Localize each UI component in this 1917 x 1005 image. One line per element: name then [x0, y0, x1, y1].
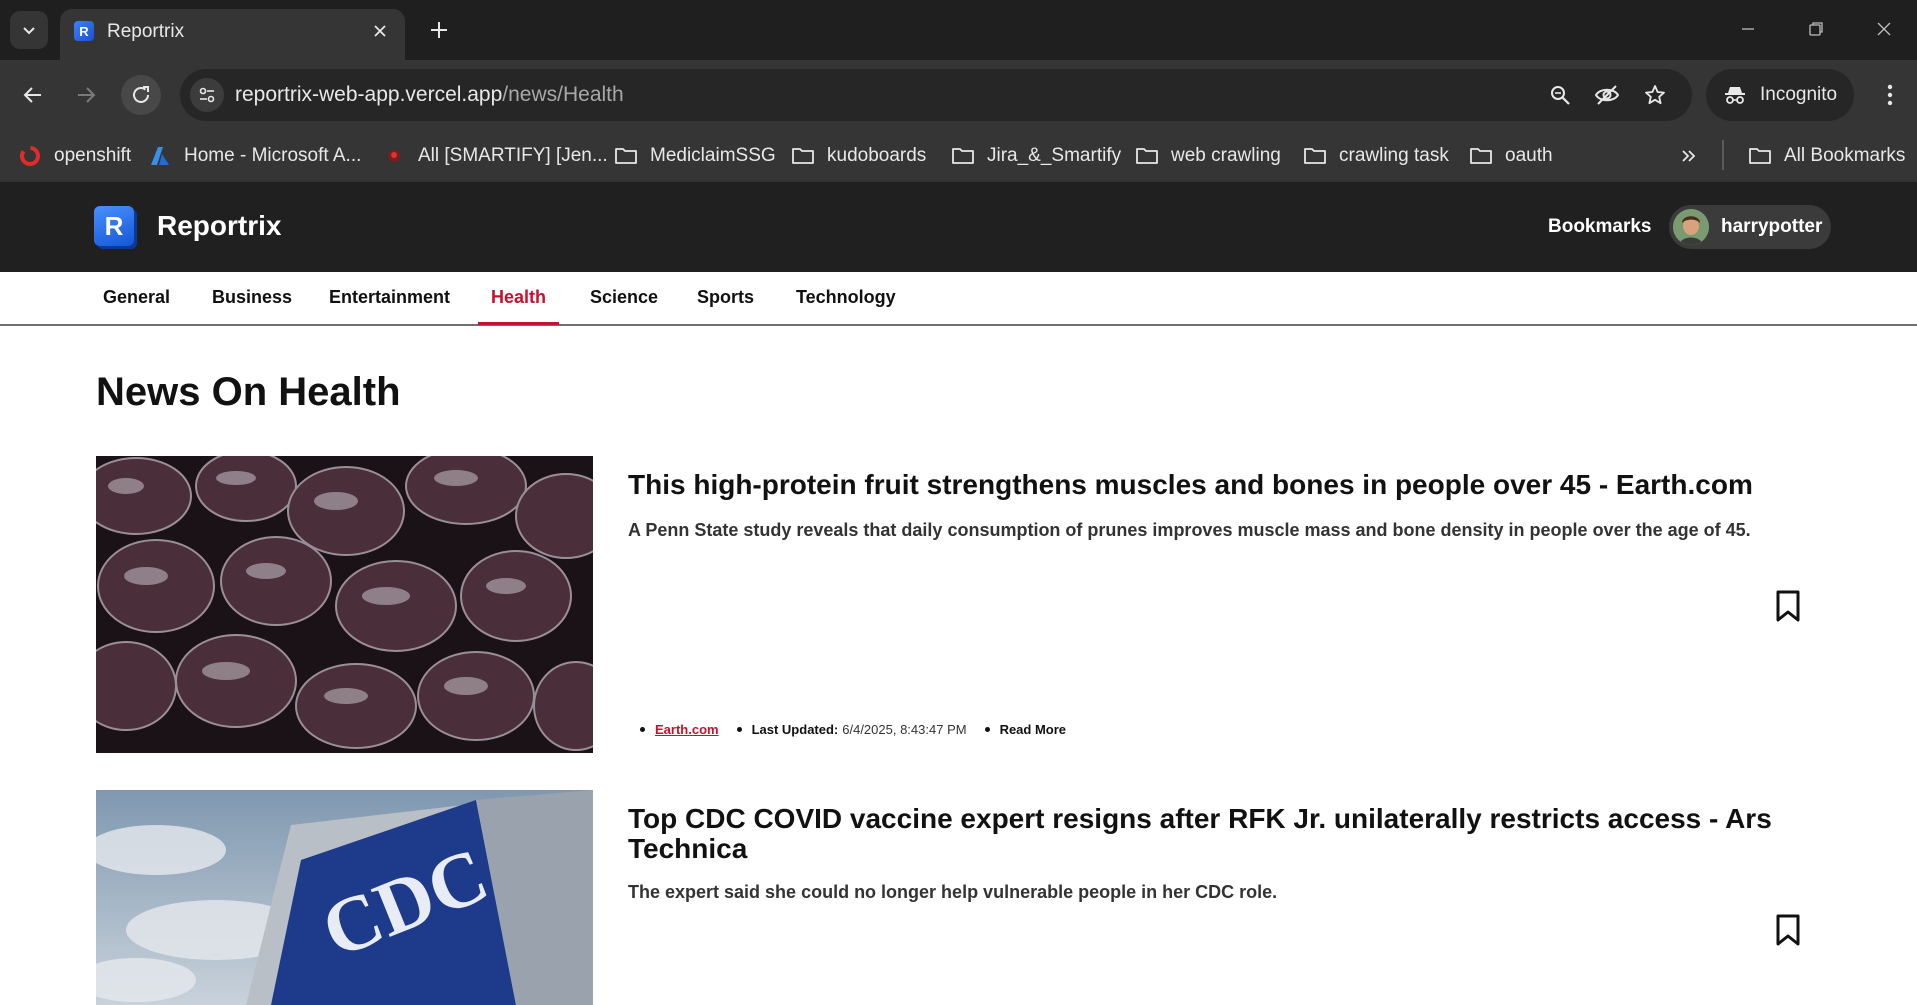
- double-chevron-right-icon: [1677, 144, 1701, 168]
- chevron-down-icon: [23, 27, 35, 35]
- user-menu-button[interactable]: harrypotter: [1669, 205, 1831, 249]
- back-icon[interactable]: [13, 75, 53, 115]
- tab-health[interactable]: Health: [491, 287, 546, 308]
- tab-sports[interactable]: Sports: [697, 287, 754, 308]
- bookmark-article-button[interactable]: [1773, 588, 1803, 624]
- tab-entertainment[interactable]: Entertainment: [329, 287, 450, 308]
- article-card: CDC Top CDC COVID vaccine expert resigns…: [96, 790, 1816, 1005]
- bookmark-article-button[interactable]: [1773, 912, 1803, 948]
- new-tab-icon[interactable]: [425, 16, 453, 44]
- browser-tab[interactable]: R Reportrix: [60, 9, 405, 60]
- avatar: [1673, 209, 1709, 245]
- bullet: [984, 727, 990, 732]
- url-text: reportrix-web-app.vercel.app/news/Health: [235, 83, 624, 106]
- source-link[interactable]: Earth.com: [655, 722, 719, 737]
- folder-icon: [1135, 144, 1159, 168]
- tab-general[interactable]: General: [103, 287, 170, 308]
- article-meta: Earth.com Last Updated: 6/4/2025, 8:43:4…: [640, 722, 1084, 737]
- browser-tab-bar: R Reportrix: [0, 0, 1917, 60]
- incognito-button[interactable]: Incognito: [1706, 69, 1854, 121]
- incognito-icon: [1725, 87, 1745, 104]
- bookmark-icon: [1776, 590, 1800, 622]
- bookmark-kudoboards[interactable]: kudoboards: [791, 139, 926, 173]
- bookmark-mediclaimssg[interactable]: MediclaimSSG: [614, 139, 776, 173]
- article-description: A Penn State study reveals that daily co…: [628, 520, 1751, 540]
- bookmark-crawling-task[interactable]: crawling task: [1303, 139, 1449, 173]
- eye-slash-icon[interactable]: [1594, 82, 1620, 108]
- site-header: R Reportrix Bookmarks harrypotter: [0, 182, 1917, 272]
- tab-business[interactable]: Business: [212, 287, 292, 308]
- article-image-cdc[interactable]: CDC: [96, 790, 593, 1005]
- address-bar[interactable]: reportrix-web-app.vercel.app/news/Health: [180, 69, 1692, 121]
- site-info-icon[interactable]: [190, 78, 224, 112]
- bullet: [640, 727, 645, 732]
- all-bookmarks-button[interactable]: All Bookmarks: [1748, 139, 1905, 173]
- meta-source: Earth.com: [640, 722, 719, 737]
- article-title[interactable]: Top CDC COVID vaccine expert resigns aft…: [628, 804, 1808, 864]
- article-card: This high-protein fruit strengthens musc…: [96, 456, 1816, 753]
- last-updated-label: Last Updated:: [751, 722, 839, 737]
- tab-title: Reportrix: [107, 21, 185, 42]
- zoom-icon[interactable]: [1547, 82, 1573, 108]
- bookmarks-link[interactable]: Bookmarks: [1548, 216, 1652, 238]
- reload-icon[interactable]: [121, 75, 161, 115]
- bookmark-icon: [1776, 914, 1800, 946]
- read-more-link[interactable]: Read More: [1000, 722, 1066, 737]
- article-title[interactable]: This high-protein fruit strengthens musc…: [628, 470, 1808, 500]
- tab-technology[interactable]: Technology: [796, 287, 896, 308]
- folder-icon: [1748, 144, 1772, 168]
- username-label: harrypotter: [1721, 216, 1823, 237]
- bookmark-microsoft-azure[interactable]: Home - Microsoft A...: [148, 139, 361, 173]
- bookmarks-divider: [1722, 140, 1724, 170]
- last-updated-value: 6/4/2025, 8:43:47 PM: [842, 722, 967, 737]
- folder-icon: [1303, 144, 1327, 168]
- article-description: The expert said she could no longer help…: [628, 882, 1278, 902]
- active-tab-indicator: [478, 322, 559, 325]
- bookmark-openshift[interactable]: openshift: [18, 139, 131, 173]
- article-image-prunes[interactable]: [96, 456, 593, 753]
- page-title: News On Health: [96, 370, 401, 414]
- folder-icon: [791, 144, 815, 168]
- star-icon[interactable]: [1642, 82, 1668, 108]
- bookmarks-bar: openshift Home - Microsoft A... All [SMA…: [0, 130, 1917, 182]
- folder-icon: [951, 144, 975, 168]
- folder-icon: [1469, 144, 1493, 168]
- azure-icon: [148, 144, 172, 168]
- folder-icon: [614, 144, 638, 168]
- bookmark-jenkins[interactable]: All [SMARTIFY] [Jen...: [382, 139, 608, 173]
- restore-icon[interactable]: [1801, 14, 1831, 44]
- bookmark-jira-smartify[interactable]: Jira_&_Smartify: [951, 139, 1121, 173]
- category-nav: General Business Entertainment Health Sc…: [0, 272, 1917, 326]
- tab-search-button[interactable]: [10, 11, 48, 49]
- forward-icon[interactable]: [66, 75, 106, 115]
- site-logo-text[interactable]: Reportrix: [157, 210, 281, 242]
- meta-read-more: Read More: [984, 722, 1066, 737]
- openshift-icon: [18, 144, 42, 168]
- bullet: [736, 727, 742, 732]
- jenkins-icon: [382, 144, 406, 168]
- bookmark-web-crawling[interactable]: web crawling: [1135, 139, 1281, 173]
- reportrix-logo-icon[interactable]: R: [94, 206, 134, 246]
- tab-science[interactable]: Science: [590, 287, 658, 308]
- reportrix-favicon-icon: R: [74, 21, 94, 41]
- meta-last-updated: Last Updated: 6/4/2025, 8:43:47 PM: [736, 722, 967, 737]
- bookmarks-overflow-button[interactable]: [1677, 139, 1713, 173]
- bookmark-oauth[interactable]: oauth: [1469, 139, 1553, 173]
- incognito-label: Incognito: [1760, 84, 1838, 105]
- close-tab-icon[interactable]: [369, 20, 391, 42]
- more-menu-icon[interactable]: [1873, 77, 1907, 113]
- browser-toolbar: reportrix-web-app.vercel.app/news/Health…: [0, 60, 1917, 130]
- close-window-icon[interactable]: [1869, 14, 1899, 44]
- minimize-icon[interactable]: [1733, 14, 1763, 44]
